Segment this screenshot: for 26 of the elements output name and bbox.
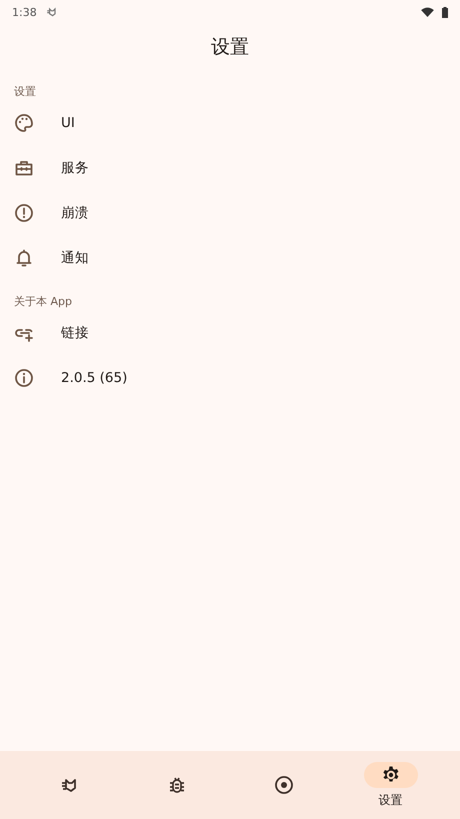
status-time: 1:38	[12, 6, 37, 18]
setting-label: 崩溃	[61, 204, 89, 222]
palette-icon	[14, 112, 34, 132]
setting-label: 通知	[61, 248, 89, 266]
settings-item[interactable]: 链接	[0, 310, 460, 355]
settings-item[interactable]: 2.0.5 (65)	[0, 355, 460, 400]
settings-item[interactable]: 服务	[0, 145, 460, 190]
nav-label: 设置	[378, 792, 402, 808]
settings-icon	[380, 764, 400, 784]
settings-item[interactable]: 通知	[0, 235, 460, 280]
page-title: 设置	[210, 35, 250, 60]
setting-label: 2.0.5 (65)	[61, 370, 128, 386]
setting-label: 链接	[61, 324, 89, 342]
alert-icon	[14, 202, 34, 222]
section-header: 关于本 App	[13, 294, 73, 310]
battery-icon	[442, 6, 448, 18]
setting-label: UI	[61, 114, 75, 130]
section-header: 设置	[13, 84, 37, 100]
wifi-icon	[421, 7, 434, 17]
info-icon	[14, 368, 34, 388]
nav-tab[interactable]	[364, 762, 418, 788]
settings-item[interactable]: 崩溃	[0, 190, 460, 235]
settings-item[interactable]: UI	[0, 100, 460, 145]
bell-icon	[14, 248, 34, 268]
target-icon	[274, 775, 294, 795]
setting-label: 服务	[61, 158, 89, 176]
